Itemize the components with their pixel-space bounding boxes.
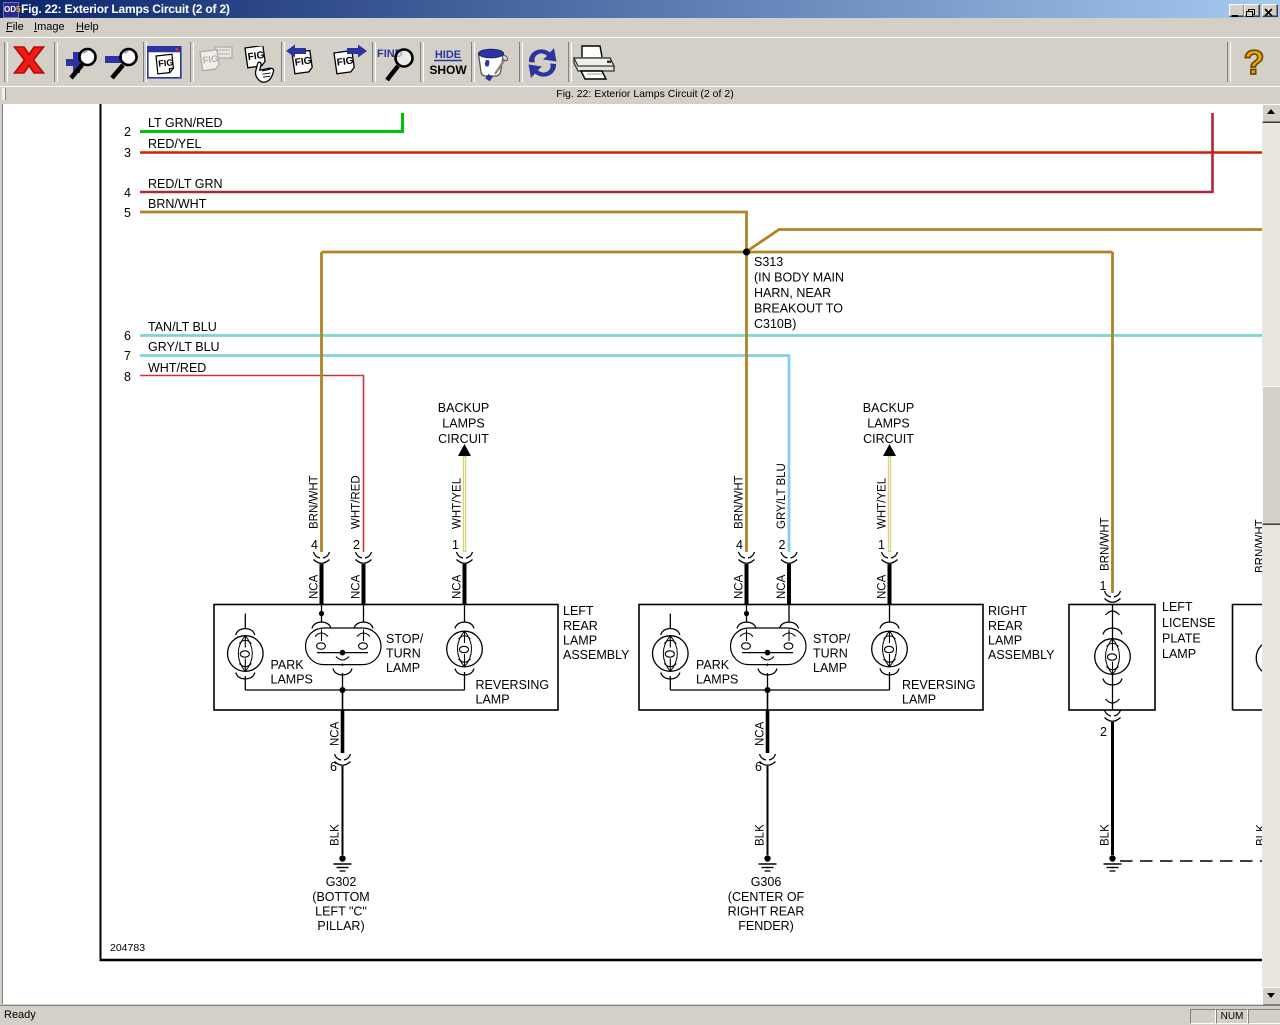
svg-text:LEFT: LEFT: [1162, 600, 1193, 614]
svg-text:CIRCUIT: CIRCUIT: [863, 432, 914, 446]
svg-text:NCA: NCA: [734, 574, 746, 599]
svg-text:TURN: TURN: [813, 647, 848, 661]
svg-text:REAR: REAR: [563, 619, 598, 633]
svg-text:LAMP: LAMP: [563, 634, 597, 648]
svg-text:NCA: NCA: [330, 721, 342, 746]
svg-text:LAMPS: LAMPS: [696, 673, 738, 687]
svg-text:RED/LT GRN: RED/LT GRN: [148, 177, 223, 191]
svg-text:LAMP: LAMP: [813, 661, 847, 675]
svg-text:WHT/YEL: WHT/YEL: [452, 477, 464, 529]
svg-text:LAMP: LAMP: [988, 634, 1022, 648]
svg-text:7: 7: [124, 349, 131, 363]
svg-text:NCA: NCA: [351, 574, 363, 599]
svg-text:BLK: BLK: [1100, 824, 1112, 846]
svg-text:LT GRN/RED: LT GRN/RED: [148, 116, 223, 130]
svg-text:GRY/LT BLU: GRY/LT BLU: [148, 340, 220, 354]
svg-text:NCA: NCA: [755, 721, 767, 746]
svg-text:LEFT: LEFT: [563, 604, 594, 618]
svg-text:HARN, NEAR: HARN, NEAR: [754, 286, 831, 300]
svg-text:FIG: FIG: [202, 54, 219, 67]
svg-text:1: 1: [878, 538, 885, 552]
svg-text:TURN: TURN: [386, 647, 421, 661]
svg-text:CIRCUIT: CIRCUIT: [438, 432, 489, 446]
svg-text:6: 6: [755, 760, 762, 774]
svg-text:LAMP: LAMP: [386, 661, 420, 675]
svg-text:G306: G306: [751, 875, 782, 889]
svg-text:BRN/WHT: BRN/WHT: [148, 197, 207, 211]
svg-text:3: 3: [124, 146, 131, 160]
svg-text:2: 2: [124, 125, 131, 139]
svg-text:RED/YEL: RED/YEL: [148, 137, 202, 151]
svg-text:TAN/LT BLU: TAN/LT BLU: [148, 320, 217, 334]
svg-text:1: 1: [1100, 579, 1107, 593]
svg-text:REVERSING: REVERSING: [902, 678, 976, 692]
svg-text:BACKUP: BACKUP: [438, 401, 489, 415]
svg-text:GRY/LT BLU: GRY/LT BLU: [776, 463, 788, 529]
svg-text:LICENSE: LICENSE: [1162, 616, 1216, 630]
svg-text:4: 4: [311, 538, 318, 552]
svg-text:PLATE: PLATE: [1162, 632, 1201, 646]
svg-text:LAMPS: LAMPS: [442, 417, 484, 431]
svg-text:204783: 204783: [110, 942, 145, 954]
svg-text:FIG: FIG: [247, 50, 265, 63]
svg-text:NCA: NCA: [776, 574, 788, 599]
svg-text:ASSEMBLY: ASSEMBLY: [988, 648, 1055, 662]
svg-text:HIDE: HIDE: [435, 49, 461, 61]
svg-text:STOP/: STOP/: [386, 632, 424, 646]
svg-text:FIG: FIG: [158, 57, 174, 69]
svg-text:NCA: NCA: [452, 574, 464, 599]
svg-text:LAMP: LAMP: [476, 693, 510, 707]
svg-text:NCA: NCA: [877, 574, 889, 599]
svg-text:PILLAR): PILLAR): [317, 919, 364, 933]
svg-text:BRN/WHT: BRN/WHT: [734, 475, 746, 529]
svg-text:2: 2: [779, 538, 786, 552]
svg-text:1: 1: [452, 538, 459, 552]
svg-text:BLK: BLK: [330, 824, 342, 846]
svg-text:4: 4: [736, 538, 743, 552]
svg-text:FIG: FIG: [336, 55, 354, 68]
svg-text:LEFT "C": LEFT "C": [315, 905, 367, 919]
svg-text:6: 6: [124, 329, 131, 343]
svg-text:G302: G302: [326, 875, 357, 889]
svg-text:RIGHT: RIGHT: [988, 604, 1027, 618]
svg-text:PARK: PARK: [696, 658, 730, 672]
svg-text:BRN/WHT: BRN/WHT: [309, 475, 321, 529]
svg-text:FENDER): FENDER): [738, 919, 794, 933]
svg-text:WHT/RED: WHT/RED: [351, 475, 363, 529]
svg-text:FIG: FIG: [294, 55, 312, 68]
svg-text:NCA: NCA: [309, 574, 321, 599]
svg-text:WHT/YEL: WHT/YEL: [877, 477, 889, 529]
svg-text:5: 5: [124, 206, 131, 220]
svg-text:(CENTER OF: (CENTER OF: [728, 890, 805, 904]
svg-text:SHOW: SHOW: [429, 63, 467, 77]
svg-text:LAMP: LAMP: [902, 693, 936, 707]
svg-text:LAMPS: LAMPS: [867, 417, 909, 431]
svg-text:2: 2: [353, 538, 360, 552]
svg-text:PARK: PARK: [271, 658, 305, 672]
svg-text:BLK: BLK: [755, 824, 767, 846]
svg-text:6: 6: [330, 760, 337, 774]
svg-text:ASSEMBLY: ASSEMBLY: [563, 648, 630, 662]
svg-text:BRN/WHT: BRN/WHT: [1100, 517, 1112, 571]
svg-text:C310B): C310B): [754, 317, 796, 331]
svg-text:WHT/RED: WHT/RED: [148, 361, 206, 375]
svg-text:BREAKOUT TO: BREAKOUT TO: [754, 302, 843, 316]
svg-text:4: 4: [124, 186, 131, 200]
svg-text:LAMP: LAMP: [1162, 647, 1196, 661]
svg-text:2: 2: [1100, 725, 1107, 739]
svg-text:(BOTTOM: (BOTTOM: [312, 890, 369, 904]
svg-text:?: ?: [1244, 45, 1265, 81]
svg-text:STOP/: STOP/: [813, 632, 851, 646]
svg-text:LAMPS: LAMPS: [271, 673, 313, 687]
svg-text:8: 8: [124, 370, 131, 384]
svg-text:REAR: REAR: [988, 619, 1023, 633]
svg-text:BACKUP: BACKUP: [863, 401, 914, 415]
svg-text:REVERSING: REVERSING: [476, 678, 550, 692]
svg-text:S313: S313: [754, 255, 783, 269]
svg-text:(IN BODY MAIN: (IN BODY MAIN: [754, 271, 844, 285]
svg-text:RIGHT REAR: RIGHT REAR: [728, 905, 805, 919]
